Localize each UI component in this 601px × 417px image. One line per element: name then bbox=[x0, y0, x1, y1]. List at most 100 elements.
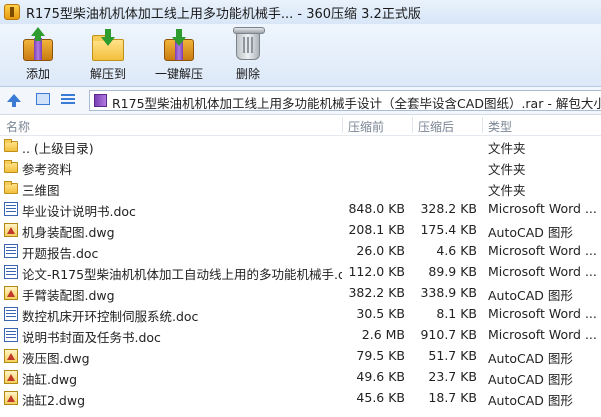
delete-label: 删除 bbox=[235, 67, 260, 81]
list-item[interactable]: 论文-R175型柴油机机体加工自动线上用的多功能机械手.d... 112.0 K… bbox=[0, 262, 601, 283]
add-label: 添加 bbox=[25, 67, 50, 81]
list-item[interactable]: 机身装配图.dwg 208.1 KB 175.4 KB AutoCAD 图形 bbox=[0, 220, 601, 241]
file-packed-size: 23.7 KB bbox=[428, 369, 477, 384]
file-type: 文件夹 bbox=[488, 183, 526, 198]
list-item[interactable]: 数控机床开环控制伺服系统.doc 30.5 KB 8.1 KB Microsof… bbox=[0, 304, 601, 325]
file-packed-size: 338.9 KB bbox=[420, 285, 477, 300]
extract-to-label: 解压到 bbox=[89, 67, 126, 81]
word-doc-icon bbox=[4, 244, 18, 258]
file-type: Microsoft Word ... bbox=[488, 201, 597, 216]
file-name: 数控机床开环控制伺服系统.doc bbox=[22, 309, 199, 324]
list-item[interactable]: 液压图.dwg 79.5 KB 51.7 KB AutoCAD 图形 bbox=[0, 346, 601, 367]
file-size: 45.6 KB bbox=[356, 390, 405, 405]
file-name: 手臂装配图.dwg bbox=[22, 288, 115, 303]
file-type: AutoCAD 图形 bbox=[488, 225, 573, 240]
file-type: 文件夹 bbox=[488, 141, 526, 156]
column-type[interactable]: 类型 bbox=[488, 118, 512, 135]
folder-icon bbox=[4, 160, 18, 173]
column-header: 名称 压缩前 压缩后 类型 bbox=[0, 115, 601, 136]
file-type: Microsoft Word ... bbox=[488, 243, 597, 258]
column-packed[interactable]: 压缩后 bbox=[418, 118, 454, 135]
word-doc-icon bbox=[4, 307, 18, 321]
file-size: 208.1 KB bbox=[348, 222, 405, 237]
toolbar: 添加 解压到 一键解压 删除 bbox=[0, 24, 601, 87]
dwg-file-icon bbox=[4, 223, 18, 237]
list-view-icon[interactable] bbox=[61, 93, 75, 105]
add-button[interactable]: 添加 bbox=[14, 27, 62, 85]
title-bar: R175型柴油机机体加工线上用多功能机械手... - 360压缩 3.2正式版 bbox=[0, 0, 601, 25]
word-doc-icon bbox=[4, 202, 18, 216]
extract-folder-icon bbox=[90, 27, 126, 61]
file-type: 文件夹 bbox=[488, 162, 526, 177]
column-name[interactable]: 名称 bbox=[6, 118, 30, 135]
column-size[interactable]: 压缩前 bbox=[348, 118, 384, 135]
list-item[interactable]: 油缸.dwg 49.6 KB 23.7 KB AutoCAD 图形 bbox=[0, 367, 601, 388]
file-size: 49.6 KB bbox=[356, 369, 405, 384]
file-packed-size: 18.7 KB bbox=[428, 390, 477, 405]
address-bar: R175型柴油机机体加工线上用多功能机械手设计（全套毕设含CAD图纸）.rar … bbox=[0, 87, 601, 115]
file-size: 848.0 KB bbox=[348, 201, 405, 216]
file-type: Microsoft Word ... bbox=[488, 264, 597, 279]
file-name: 机身装配图.dwg bbox=[22, 225, 115, 240]
file-name: 参考资料 bbox=[22, 162, 73, 177]
window-title: R175型柴油机机体加工线上用多功能机械手... - 360压缩 3.2正式版 bbox=[26, 7, 421, 22]
file-size: 2.6 MB bbox=[361, 327, 405, 342]
file-size: 26.0 KB bbox=[356, 243, 405, 258]
file-name: 三维图 bbox=[22, 183, 60, 198]
file-name: 毕业设计说明书.doc bbox=[22, 204, 136, 219]
file-packed-size: 8.1 KB bbox=[436, 306, 477, 321]
up-level-icon[interactable] bbox=[7, 94, 21, 107]
dwg-file-icon bbox=[4, 391, 18, 405]
file-size: 382.2 KB bbox=[348, 285, 405, 300]
file-type: Microsoft Word ... bbox=[488, 327, 597, 342]
file-name: 液压图.dwg bbox=[22, 351, 90, 366]
list-item[interactable]: 说明书封面及任务书.doc 2.6 MB 910.7 KB Microsoft … bbox=[0, 325, 601, 346]
file-packed-size: 175.4 KB bbox=[420, 222, 477, 237]
add-archive-icon bbox=[20, 27, 56, 61]
trash-icon bbox=[230, 27, 266, 61]
file-name: 油缸2.dwg bbox=[22, 393, 86, 408]
file-packed-size: 51.7 KB bbox=[428, 348, 477, 363]
path-field[interactable]: R175型柴油机机体加工线上用多功能机械手设计（全套毕设含CAD图纸）.rar … bbox=[89, 90, 601, 111]
dwg-file-icon bbox=[4, 370, 18, 384]
file-type: AutoCAD 图形 bbox=[488, 288, 573, 303]
list-item[interactable]: 油缸2.dwg 45.6 KB 18.7 KB AutoCAD 图形 bbox=[0, 388, 601, 409]
delete-button[interactable]: 删除 bbox=[226, 27, 270, 85]
file-size: 112.0 KB bbox=[348, 264, 405, 279]
file-name: 论文-R175型柴油机机体加工自动线上用的多功能机械手.d... bbox=[22, 267, 342, 282]
app-logo-icon bbox=[4, 4, 20, 20]
file-name: .. (上级目录) bbox=[22, 141, 94, 156]
one-click-extract-button[interactable]: 一键解压 bbox=[150, 27, 208, 85]
list-item[interactable]: 手臂装配图.dwg 382.2 KB 338.9 KB AutoCAD 图形 bbox=[0, 283, 601, 304]
file-type: AutoCAD 图形 bbox=[488, 393, 573, 408]
file-name: 说明书封面及任务书.doc bbox=[22, 330, 161, 345]
one-click-extract-label: 一键解压 bbox=[154, 67, 203, 81]
file-name: 油缸.dwg bbox=[22, 372, 78, 387]
file-packed-size: 4.6 KB bbox=[436, 243, 477, 258]
one-click-extract-icon bbox=[161, 27, 197, 61]
extract-to-button[interactable]: 解压到 bbox=[84, 27, 132, 85]
list-item[interactable]: 开题报告.doc 26.0 KB 4.6 KB Microsoft Word .… bbox=[0, 241, 601, 262]
list-item[interactable]: 毕业设计说明书.doc 848.0 KB 328.2 KB Microsoft … bbox=[0, 199, 601, 220]
dwg-file-icon bbox=[4, 349, 18, 363]
file-type: AutoCAD 图形 bbox=[488, 351, 573, 366]
file-packed-size: 910.7 KB bbox=[420, 327, 477, 342]
file-type: AutoCAD 图形 bbox=[488, 372, 573, 387]
file-packed-size: 328.2 KB bbox=[420, 201, 477, 216]
dwg-file-icon bbox=[4, 286, 18, 300]
thumbnail-view-icon[interactable] bbox=[36, 93, 50, 105]
path-text: R175型柴油机机体加工线上用多功能机械手设计（全套毕设含CAD图纸）.rar … bbox=[112, 96, 601, 111]
file-type: Microsoft Word ... bbox=[488, 306, 597, 321]
list-item[interactable]: .. (上级目录) 文件夹 bbox=[0, 136, 601, 157]
rar-archive-icon bbox=[94, 94, 107, 107]
list-item[interactable]: 三维图 文件夹 bbox=[0, 178, 601, 199]
file-size: 30.5 KB bbox=[356, 306, 405, 321]
file-packed-size: 89.9 KB bbox=[428, 264, 477, 279]
file-name: 开题报告.doc bbox=[22, 246, 99, 261]
word-doc-icon bbox=[4, 265, 18, 279]
folder-icon bbox=[4, 181, 18, 194]
folder-icon bbox=[4, 139, 18, 152]
word-doc-icon bbox=[4, 328, 18, 342]
file-size: 79.5 KB bbox=[356, 348, 405, 363]
list-item[interactable]: 参考资料 文件夹 bbox=[0, 157, 601, 178]
